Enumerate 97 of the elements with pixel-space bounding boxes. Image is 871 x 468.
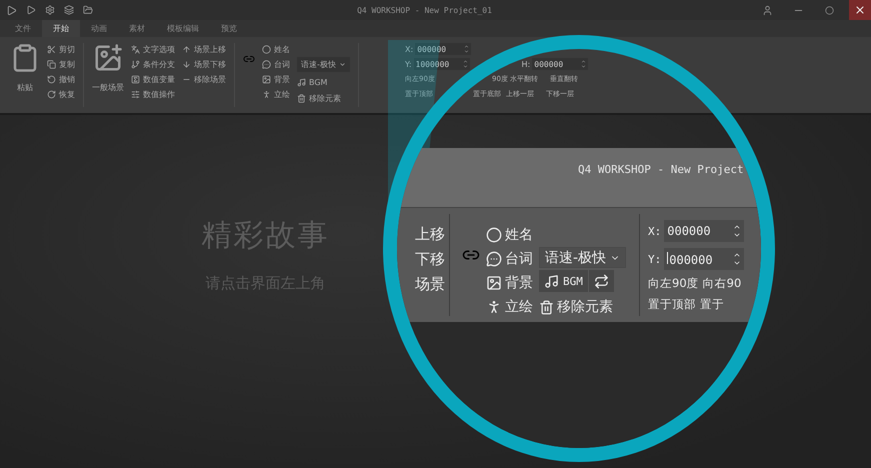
element-button[interactable]: 台词: [262, 58, 290, 70]
trash-icon: [539, 300, 554, 314]
picture-icon: [262, 74, 271, 84]
element-button[interactable]: 背景: [262, 73, 290, 85]
chain-icon: [243, 53, 255, 65]
sliders-icon: [131, 90, 140, 98]
zoomed-field-label: Y:: [648, 252, 662, 266]
paste-button[interactable]: 粘贴: [17, 81, 33, 93]
play-icon[interactable]: [26, 5, 36, 15]
bgm-button[interactable]: BGM: [297, 76, 350, 88]
edit-button[interactable]: 复制: [47, 58, 75, 70]
zoomed-order-button[interactable]: 置于: [700, 297, 724, 312]
close-icon: [854, 4, 866, 16]
spin-up-icon[interactable]: [733, 223, 742, 231]
zoomed-bgm-button[interactable]: BGM: [539, 270, 588, 292]
speech-bubble-icon: [486, 251, 502, 267]
zoomed-element-button[interactable]: 立绘: [486, 298, 533, 316]
window-title: Q4 WORKSHOP - New Project_01: [356, 6, 493, 14]
field-label: Y:: [405, 60, 412, 68]
zoomed-field-label: X:: [648, 224, 662, 238]
undo-icon: [47, 74, 56, 84]
arrow-up-icon: [182, 44, 191, 54]
scene-move-button[interactable]: 场景下移: [182, 58, 226, 70]
zoomed-element-button[interactable]: 背景: [486, 274, 533, 292]
ribbon-tab[interactable]: 预览: [210, 20, 248, 37]
user-icon: [762, 4, 772, 16]
element-button[interactable]: 立绘: [262, 88, 290, 100]
branch-icon: [131, 60, 140, 68]
element-button[interactable]: 姓名: [262, 43, 290, 55]
music-note-icon: [544, 274, 559, 288]
image-plus-icon: [93, 43, 123, 73]
text-options-icon: [131, 44, 140, 54]
zoomed-rotate-button[interactable]: 向右90: [702, 276, 742, 291]
person-icon: [262, 90, 271, 98]
gear-icon[interactable]: [45, 5, 55, 15]
music-note-icon: [297, 78, 306, 86]
logic-button[interactable]: 数值变量: [131, 73, 175, 85]
spin-down-icon[interactable]: [462, 64, 468, 69]
ribbon-tab[interactable]: 模板编辑: [156, 20, 210, 37]
scene-button[interactable]: 一般场景: [92, 81, 124, 93]
ribbon-tab[interactable]: 文件: [4, 20, 42, 37]
circle-icon: [824, 6, 834, 14]
zoomed-remove-button[interactable]: 移除元素: [539, 298, 626, 316]
arrow-down-icon: [182, 60, 191, 68]
zoomed-scene-label: 上移: [415, 226, 445, 243]
sigma-icon: [131, 74, 140, 84]
zoomed-speed-dropdown[interactable]: 语速-极快: [539, 247, 626, 268]
spin-down-icon[interactable]: [464, 49, 470, 54]
logic-button[interactable]: 条件分支: [131, 58, 175, 70]
field-label: H:: [522, 60, 530, 68]
scene-move-button[interactable]: 场景上移: [182, 43, 226, 55]
edit-button[interactable]: 恢复: [47, 88, 75, 100]
close-button[interactable]: [849, 0, 871, 20]
spin-up-icon[interactable]: [464, 44, 470, 49]
scissors-icon: [47, 44, 56, 54]
spin-down-icon[interactable]: [733, 259, 742, 267]
copy-icon: [47, 60, 56, 68]
redo-icon: [47, 90, 56, 98]
size-field[interactable]: 000000: [532, 58, 588, 70]
zoomed-coordinate-field[interactable]: 000000: [664, 248, 744, 270]
scene-move-button[interactable]: 移除场景: [182, 73, 226, 85]
coordinate-field[interactable]: 000000: [415, 43, 472, 55]
speech-bubble-icon: [262, 60, 271, 68]
spin-up-icon[interactable]: [462, 59, 468, 64]
zoomed-rotate-button[interactable]: 向左90度: [648, 276, 699, 291]
edit-button[interactable]: 撤销: [47, 73, 75, 85]
speed-dropdown[interactable]: 语速-极快: [297, 57, 350, 72]
caret-icon: [338, 61, 346, 68]
remove-element-button[interactable]: 移除元素: [297, 92, 350, 104]
logic-button[interactable]: 文字选项: [131, 43, 175, 55]
spin-up-icon[interactable]: [581, 59, 586, 64]
zoomed-element-button[interactable]: 台词: [486, 250, 533, 268]
ribbon-tab[interactable]: 素材: [118, 20, 156, 37]
edit-button[interactable]: 剪切: [47, 43, 75, 55]
zoomed-coordinate-field[interactable]: 000000: [664, 220, 744, 242]
circle-icon: [486, 227, 502, 243]
app-logo-icon: [6, 4, 17, 16]
layers-icon[interactable]: [64, 5, 74, 15]
ribbon-tab[interactable]: 开始: [42, 20, 80, 37]
trash-icon: [297, 94, 306, 102]
loop-icon: [594, 274, 609, 288]
zoomed-element-button[interactable]: 姓名: [486, 226, 533, 244]
loop-button[interactable]: [588, 270, 614, 292]
picture-icon: [486, 275, 502, 291]
zoomed-scene-label: 下移: [415, 251, 445, 268]
logic-button[interactable]: 数值操作: [131, 88, 175, 100]
spin-down-icon[interactable]: [581, 64, 586, 69]
folder-icon[interactable]: [83, 5, 93, 15]
coordinate-field[interactable]: 1000000: [414, 58, 470, 70]
spin-up-icon[interactable]: [733, 251, 742, 259]
field-label: X:: [405, 44, 414, 54]
circle-icon: [262, 44, 271, 54]
zoomed-scene-label: 场景: [415, 276, 445, 293]
zoomed-order-button[interactable]: 置于顶部: [648, 297, 696, 312]
zoomed-window-title: Q4 WORKSHOP - New Project: [578, 163, 744, 176]
spin-down-icon[interactable]: [733, 231, 742, 239]
ribbon-tab[interactable]: 动画: [80, 20, 118, 37]
